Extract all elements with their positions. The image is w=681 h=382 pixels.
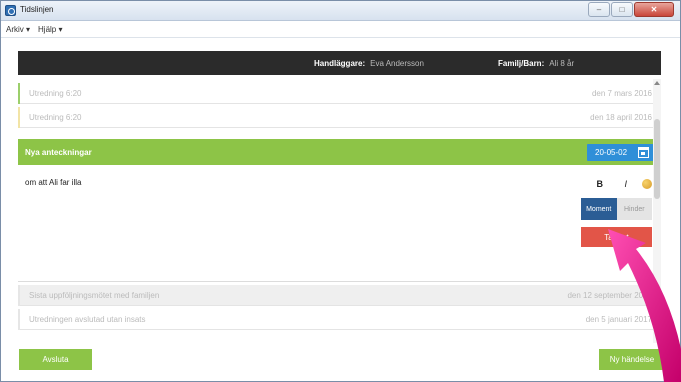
date-value: 20-05-02 <box>595 148 628 157</box>
row-date: den 7 mars 2016 <box>591 89 652 98</box>
editor-header: Nya anteckningar 20-05-02 <box>18 139 661 165</box>
handlaggare-group: Handläggare: Eva Andersson <box>314 59 424 68</box>
familj-value: Ali 8 år <box>549 59 575 68</box>
familj-label: Familj/Barn: <box>498 59 545 68</box>
calendar-icon[interactable] <box>638 147 649 158</box>
handlaggare-value: Eva Andersson <box>370 59 424 68</box>
menu-bar: Arkiv ▾ Hjälp ▾ <box>1 22 680 38</box>
timeline-app: Handläggare: Eva Andersson Familj/Barn: Al… <box>18 51 661 343</box>
window-controls: – □ ✕ <box>587 2 674 18</box>
header-bar: Handläggare: Eva Andersson Familj/Barn: Al… <box>18 51 661 75</box>
scroll-thumb[interactable] <box>654 119 660 199</box>
familj-group: Familj/Barn: Ali 8 år <box>498 59 574 68</box>
row-title: Utredningen avslutad utan insats <box>29 315 146 324</box>
row-title: Utredning 6:20 <box>29 89 82 98</box>
type-toggle: Moment Hinder <box>581 198 652 220</box>
title-bar: Tidslinjen – □ ✕ <box>1 1 680 21</box>
menu-item-hjalp[interactable]: Hjälp ▾ <box>38 25 62 34</box>
italic-button[interactable]: I <box>624 179 627 189</box>
toggle-hinder[interactable]: Hinder <box>616 198 652 220</box>
note-editor: Nya anteckningar 20-05-02 om att Ali far… <box>18 139 661 282</box>
window-title: Tidslinjen <box>20 5 54 14</box>
timeline-row[interactable]: Utredning 6:20 den 7 mars 2016 <box>18 83 661 104</box>
close-icon[interactable]: ✕ <box>634 2 674 17</box>
app-icon <box>5 5 16 16</box>
row-date: den 18 april 2016 <box>590 113 652 122</box>
handlaggare-label: Handläggare: <box>314 59 366 68</box>
toggle-moment[interactable]: Moment <box>581 198 617 220</box>
editor-title[interactable]: Nya anteckningar <box>25 148 92 157</box>
row-accent <box>18 309 20 330</box>
menu-item-arkiv[interactable]: Arkiv ▾ <box>6 25 30 34</box>
color-palette-icon[interactable] <box>642 179 652 189</box>
minimize-icon[interactable]: – <box>588 2 610 17</box>
row-accent <box>18 285 20 306</box>
date-picker[interactable]: 20-05-02 <box>587 144 654 161</box>
timeline-row[interactable]: Utredning 6:20 den 18 april 2016 <box>18 107 661 128</box>
row-title: Utredning 6:20 <box>29 113 82 122</box>
row-title: Sista uppföljningsmötet med familjen <box>29 291 160 300</box>
bold-button[interactable]: B <box>597 179 604 189</box>
avsluta-button[interactable]: Avsluta <box>19 349 92 370</box>
scroll-up-icon[interactable] <box>654 81 660 85</box>
timeline-list: Utredning 6:20 den 7 mars 2016 Utredning… <box>18 83 661 347</box>
timeline-row[interactable]: Utredningen avslutad utan insats den 5 j… <box>18 309 661 330</box>
row-accent <box>18 83 20 104</box>
pointer-arrow-icon <box>608 229 681 382</box>
note-text[interactable]: om att Ali far illa <box>25 178 81 187</box>
row-accent <box>18 107 20 128</box>
maximize-icon[interactable]: □ <box>611 2 633 17</box>
timeline-row[interactable]: Sista uppföljningsmötet med familjen den… <box>18 285 661 306</box>
